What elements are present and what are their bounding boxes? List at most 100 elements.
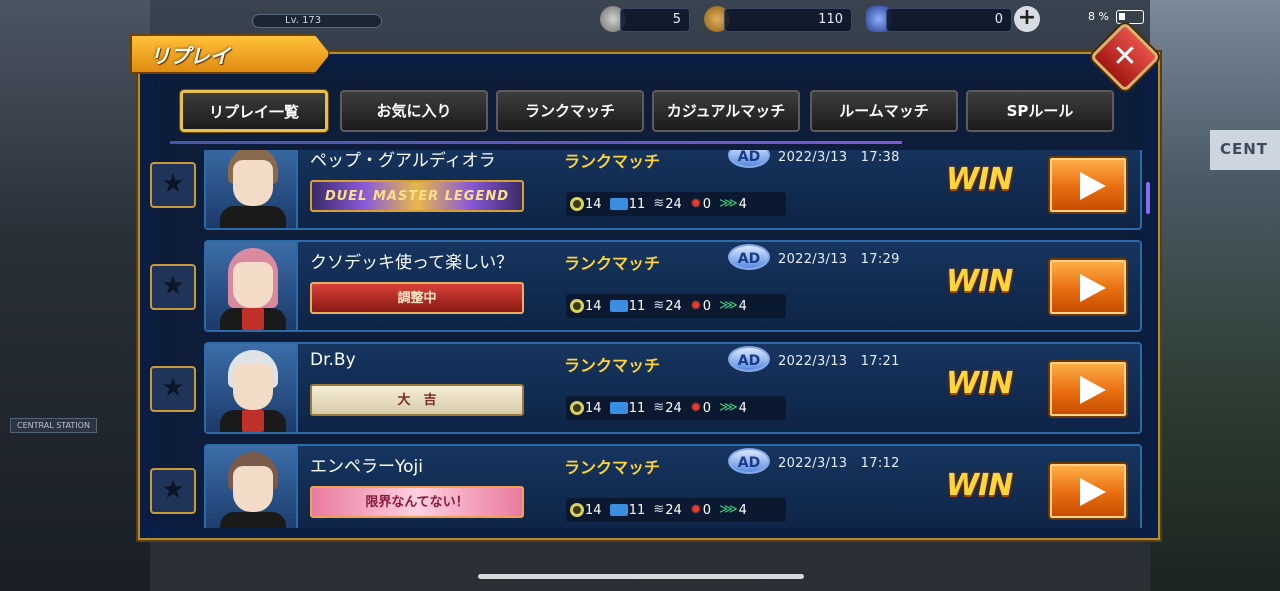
stat-creatures: 14: [585, 400, 602, 416]
spell-icon: [609, 504, 628, 516]
network-icon: ⋙: [719, 400, 738, 415]
emblem-title: DUEL MASTER LEGEND: [310, 180, 524, 212]
format-badge: AD: [728, 150, 770, 168]
currency-1-value: 5: [620, 8, 690, 32]
replay-card[interactable]: Dr.By ランクマッチ AD 2022/3/13 17:21 大 吉 14 1…: [204, 342, 1142, 434]
tab-favorites[interactable]: お気に入り: [340, 90, 488, 132]
tab-replay-list[interactable]: リプレイ一覧: [180, 90, 328, 132]
play-button[interactable]: [1048, 360, 1128, 418]
stat-network: 4: [738, 196, 747, 212]
network-icon: ⋙: [719, 502, 738, 517]
format-badge: AD: [728, 448, 770, 474]
creature-icon: [570, 299, 584, 313]
match-mode: ランクマッチ: [564, 356, 661, 375]
favorite-button[interactable]: ★: [150, 366, 196, 412]
list-item[interactable]: ★ Dr.By ランクマッチ AD 2022/3/13 17:21 大 吉 14…: [140, 342, 1145, 434]
replay-card[interactable]: ペップ・グアルディオラ ランクマッチ AD 2022/3/13 17:38 DU…: [204, 150, 1142, 230]
result-label: WIN: [946, 264, 1013, 299]
stat-gear: 0: [702, 196, 711, 212]
favorite-button[interactable]: ★: [150, 162, 196, 208]
tab-sp-rule[interactable]: SPルール: [966, 90, 1114, 132]
stat-gear: 0: [702, 298, 711, 314]
stat-spells: 11: [628, 502, 646, 518]
creature-icon: [570, 197, 584, 211]
opponent-name: Dr.By: [310, 350, 356, 370]
result-label: WIN: [946, 366, 1013, 401]
match-mode: ランクマッチ: [564, 458, 661, 477]
emblem-title: 限界なんてない！: [310, 486, 524, 518]
deck-stats: 14 11 ≋24 ✹0 ⋙4: [566, 294, 786, 318]
avatar-collar: [242, 410, 264, 432]
battery-percent: 8 %: [1088, 10, 1109, 23]
currency-2-value: 110: [724, 8, 852, 32]
list-item[interactable]: ★ クソデッキ使って楽しい？ ランクマッチ AD 2022/3/13 17:29…: [140, 240, 1145, 332]
match-mode: ランクマッチ: [564, 152, 661, 171]
stat-spells: 11: [628, 196, 646, 212]
result-label: WIN: [946, 162, 1013, 197]
close-icon[interactable]: ✕: [1100, 34, 1150, 80]
background-left: CENTRAL STATION: [0, 0, 150, 591]
avatar-face: [233, 466, 273, 512]
network-icon: ⋙: [719, 196, 738, 211]
list-scrollbar[interactable]: [1146, 182, 1150, 214]
network-icon: ⋙: [719, 298, 738, 313]
emblem-title: 大 吉: [310, 384, 524, 416]
station-sign: CENTRAL STATION: [10, 418, 97, 433]
stat-gear: 0: [702, 502, 711, 518]
match-time: 17:21: [860, 354, 900, 369]
stat-wing: 24: [665, 298, 682, 314]
list-item[interactable]: ★ エンペラーYoji ランクマッチ AD 2022/3/13 17:12 限界…: [140, 444, 1145, 528]
match-datetime: 2022/3/13 17:21: [778, 354, 900, 369]
home-indicator[interactable]: [478, 574, 804, 579]
play-button[interactable]: [1048, 156, 1128, 214]
deck-stats: 14 11 ≋24 ✹0 ⋙4: [566, 192, 786, 216]
avatar: [206, 344, 298, 432]
stat-network: 4: [738, 502, 747, 518]
match-time: 17:12: [860, 456, 900, 471]
tab-casual-match[interactable]: カジュアルマッチ: [652, 90, 800, 132]
format-badge: AD: [728, 346, 770, 372]
avatar: [206, 446, 298, 528]
tab-room-match[interactable]: ルームマッチ: [810, 90, 958, 132]
stat-network: 4: [738, 400, 747, 416]
tab-scroll-indicator: [170, 141, 902, 144]
favorite-button[interactable]: ★: [150, 264, 196, 310]
deck-stats: 14 11 ≋24 ✹0 ⋙4: [566, 396, 786, 420]
avatar-face: [233, 262, 273, 308]
stat-wing: 24: [665, 196, 682, 212]
format-badge: AD: [728, 244, 770, 270]
favorite-button[interactable]: ★: [150, 468, 196, 514]
avatar-body: [220, 512, 286, 528]
wing-icon: ≋: [653, 298, 665, 313]
match-time: 17:38: [860, 150, 900, 165]
status-bar: Lv. 173 5 110 0 + 8 %: [0, 0, 1280, 38]
replay-card[interactable]: エンペラーYoji ランクマッチ AD 2022/3/13 17:12 限界なん…: [204, 444, 1142, 528]
replay-list[interactable]: ★ ペップ・グアルディオラ ランクマッチ AD 2022/3/13 17:38 …: [140, 150, 1150, 528]
match-time: 17:29: [860, 252, 900, 267]
star-icon: ★: [161, 271, 185, 301]
gear-icon: ✹: [689, 400, 702, 416]
star-icon: ★: [161, 373, 185, 403]
star-icon: ★: [161, 475, 185, 505]
play-button[interactable]: [1048, 462, 1128, 520]
avatar: [206, 150, 298, 228]
wing-icon: ≋: [653, 502, 665, 517]
stat-network: 4: [738, 298, 747, 314]
play-button[interactable]: [1048, 258, 1128, 316]
avatar: [206, 242, 298, 330]
replay-card[interactable]: クソデッキ使って楽しい？ ランクマッチ AD 2022/3/13 17:29 調…: [204, 240, 1142, 332]
opponent-name: ペップ・グアルディオラ: [310, 151, 496, 171]
opponent-name: クソデッキ使って楽しい？: [310, 253, 514, 273]
list-item[interactable]: ★ ペップ・グアルディオラ ランクマッチ AD 2022/3/13 17:38 …: [140, 150, 1145, 230]
match-date: 2022/3/13: [778, 252, 848, 267]
page-title: リプレイ: [150, 44, 230, 68]
tab-bar: リプレイ一覧 お気に入り ランクマッチ カジュアルマッチ ルームマッチ SPルー…: [180, 90, 1130, 134]
player-level: Lv. 173: [252, 14, 382, 28]
stat-wing: 24: [665, 502, 682, 518]
currency-3-value: 0: [886, 8, 1012, 32]
tab-rank-match[interactable]: ランクマッチ: [496, 90, 644, 132]
stat-creatures: 14: [585, 196, 602, 212]
avatar-collar: [242, 308, 264, 330]
add-currency-button[interactable]: +: [1014, 6, 1040, 32]
stat-wing: 24: [665, 400, 682, 416]
